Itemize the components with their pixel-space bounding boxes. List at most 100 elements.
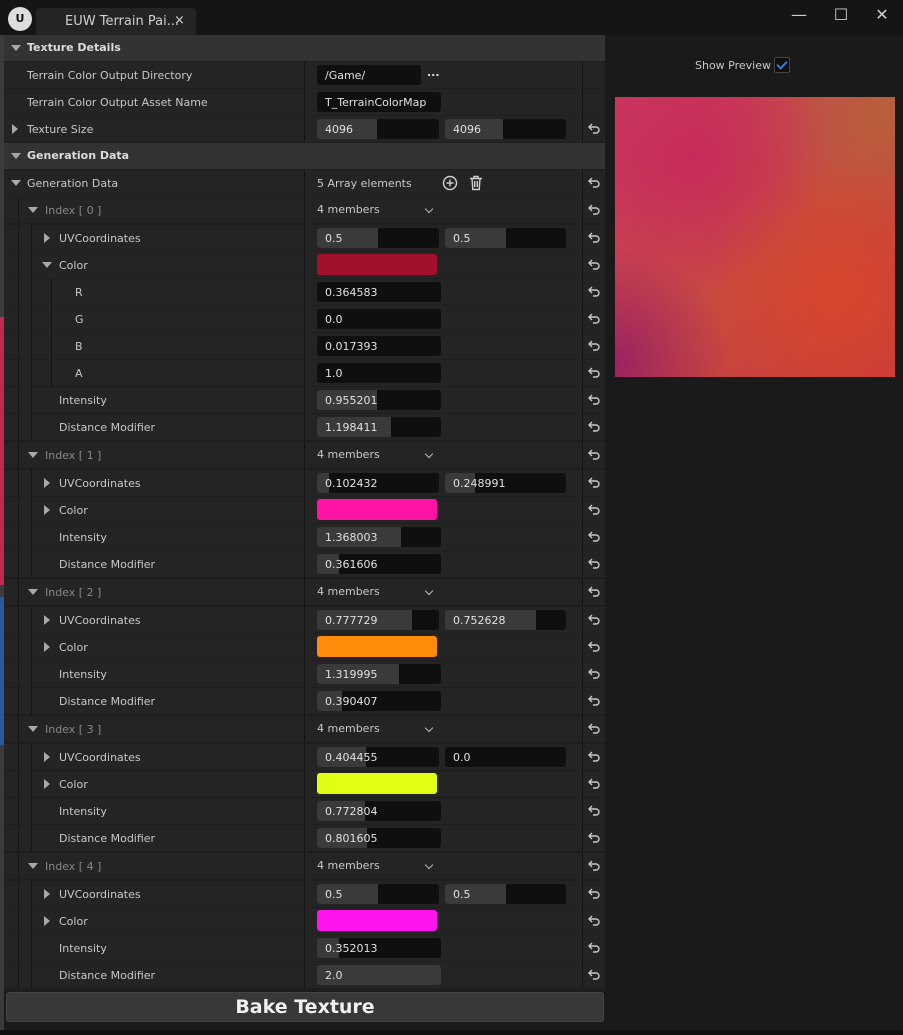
reset-icon[interactable] (587, 502, 601, 516)
chevron-down-icon[interactable] (424, 723, 434, 733)
color-swatch[interactable] (317, 773, 437, 794)
uv-x-field[interactable]: 0.5 (317, 228, 439, 248)
chevron-down-icon[interactable] (424, 860, 434, 870)
collapse-arrow-icon[interactable] (28, 726, 38, 732)
reset-icon[interactable] (587, 749, 601, 763)
expand-arrow-icon[interactable] (44, 752, 50, 762)
color-swatch[interactable] (317, 636, 437, 657)
maximize-button[interactable]: ☐ (826, 5, 856, 25)
collapse-arrow-icon[interactable] (28, 589, 38, 595)
reset-icon[interactable] (587, 639, 601, 653)
distance-modifier-field[interactable]: 0.361606 (317, 554, 441, 574)
texture-size-y-field[interactable]: 4096 (445, 119, 566, 139)
texture-size-x-field[interactable]: 4096 (317, 119, 439, 139)
expand-arrow-icon[interactable] (44, 505, 50, 515)
uv-x-field[interactable]: 0.102432 (317, 473, 439, 493)
collapse-arrow-icon[interactable] (11, 180, 21, 186)
chevron-down-icon[interactable] (424, 449, 434, 459)
channel-b-field[interactable]: 0.017393 (317, 336, 441, 356)
reset-icon[interactable] (587, 202, 601, 216)
reset-icon[interactable] (587, 257, 601, 271)
channel-g-field[interactable]: 0.0 (317, 309, 441, 329)
distance-modifier-field[interactable]: 1.198411 (317, 417, 441, 437)
browse-button[interactable]: ... (427, 66, 440, 79)
reset-icon[interactable] (587, 584, 601, 598)
delete-all-icon[interactable] (469, 175, 483, 191)
uv-y-field[interactable]: 0.0 (445, 747, 566, 767)
channel-a-field[interactable]: 1.0 (317, 363, 441, 383)
expand-arrow-icon[interactable] (44, 916, 50, 926)
color-swatch[interactable] (317, 499, 437, 520)
uv-y-field[interactable]: 0.5 (445, 228, 566, 248)
add-element-icon[interactable] (442, 175, 458, 191)
minimize-button[interactable]: — (784, 5, 814, 25)
expand-arrow-icon[interactable] (44, 779, 50, 789)
reset-icon[interactable] (587, 693, 601, 707)
color-swatch[interactable] (317, 910, 437, 931)
output-directory-field[interactable]: /Game/ (317, 65, 421, 85)
reset-icon[interactable] (587, 886, 601, 900)
color-swatch[interactable] (317, 254, 437, 275)
collapse-arrow-icon[interactable] (42, 262, 52, 268)
intensity-field[interactable]: 0.352013 (317, 938, 441, 958)
reset-icon[interactable] (587, 175, 601, 189)
reset-icon[interactable] (587, 419, 601, 433)
reset-icon[interactable] (587, 967, 601, 981)
reset-icon[interactable] (587, 392, 601, 406)
reset-icon[interactable] (587, 940, 601, 954)
chevron-down-icon[interactable] (424, 204, 434, 214)
reset-icon[interactable] (587, 230, 601, 244)
collapse-arrow-icon[interactable] (28, 207, 38, 213)
expand-arrow-icon[interactable] (44, 889, 50, 899)
reset-icon[interactable] (587, 803, 601, 817)
expand-arrow-icon[interactable] (44, 233, 50, 243)
tab-close-icon[interactable]: × (174, 13, 185, 28)
texture-details-category[interactable]: Texture Details (4, 35, 605, 61)
distance-modifier-field[interactable]: 0.801605 (317, 828, 441, 848)
channel-r-field[interactable]: 0.364583 (317, 282, 441, 302)
reset-icon[interactable] (587, 913, 601, 927)
generation-data-category[interactable]: Generation Data (4, 143, 605, 169)
reset-icon[interactable] (587, 612, 601, 626)
intensity-field[interactable]: 1.319995 (317, 664, 441, 684)
show-preview-checkbox[interactable] (774, 57, 790, 73)
reset-icon[interactable] (587, 447, 601, 461)
intensity-field[interactable]: 1.368003 (317, 527, 441, 547)
uv-y-field[interactable]: 0.752628 (445, 610, 566, 630)
bake-texture-button[interactable]: Bake Texture (6, 992, 604, 1022)
uv-y-field[interactable]: 0.248991 (445, 473, 566, 493)
expand-arrow-icon[interactable] (44, 642, 50, 652)
chevron-down-icon[interactable] (424, 586, 434, 596)
reset-icon[interactable] (587, 666, 601, 680)
reset-icon[interactable] (587, 776, 601, 790)
expand-arrow-icon[interactable] (44, 615, 50, 625)
expand-arrow-icon[interactable] (44, 478, 50, 488)
uv-x-field[interactable]: 0.777729 (317, 610, 439, 630)
reset-icon[interactable] (587, 858, 601, 872)
reset-icon[interactable] (587, 311, 601, 325)
reset-icon[interactable] (587, 284, 601, 298)
expand-arrow-icon[interactable] (12, 124, 18, 134)
uv-x-field[interactable]: 0.404455 (317, 747, 439, 767)
collapse-arrow-icon[interactable] (28, 452, 38, 458)
uv-y-field[interactable]: 0.5 (445, 884, 566, 904)
close-window-button[interactable]: ✕ (867, 5, 897, 25)
reset-icon[interactable] (587, 338, 601, 352)
collapse-arrow-icon[interactable] (28, 863, 38, 869)
intensity-field[interactable]: 0.955201 (317, 390, 441, 410)
asset-name-field[interactable]: T_TerrainColorMap (317, 92, 441, 112)
reset-icon[interactable] (587, 475, 601, 489)
editor-tab[interactable]: EUW Terrain Pai... × (36, 8, 196, 35)
distance-modifier-field[interactable]: 2.0 (317, 965, 441, 985)
collapse-arrow-icon[interactable] (11, 153, 21, 159)
reset-icon[interactable] (587, 830, 601, 844)
reset-icon[interactable] (587, 529, 601, 543)
reset-icon[interactable] (587, 721, 601, 735)
intensity-field[interactable]: 0.772804 (317, 801, 441, 821)
reset-icon[interactable] (587, 365, 601, 379)
distance-modifier-field[interactable]: 0.390407 (317, 691, 441, 711)
uv-x-field[interactable]: 0.5 (317, 884, 439, 904)
reset-icon[interactable] (587, 556, 601, 570)
reset-icon[interactable] (587, 121, 601, 135)
collapse-arrow-icon[interactable] (11, 45, 21, 51)
